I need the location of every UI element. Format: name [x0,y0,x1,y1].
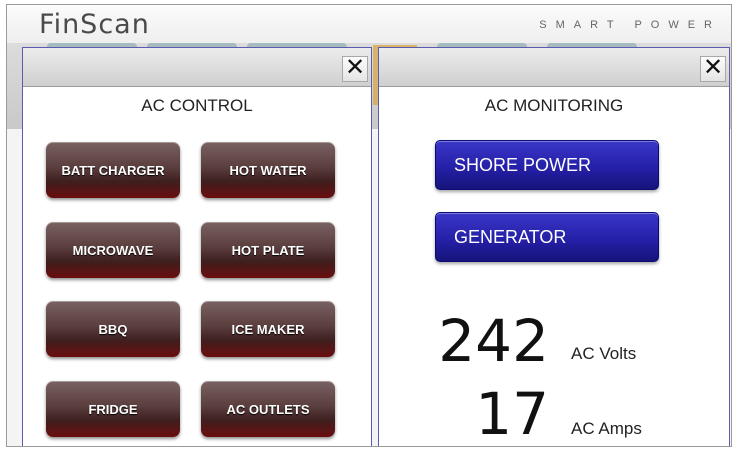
ac-volts-unit: AC Volts [571,344,637,363]
hot-water-button[interactable]: HOT WATER [201,142,335,198]
ac-volts-value: 242 [438,307,549,375]
close-icon[interactable]: ✕ [700,56,726,82]
ac-control-panel: ✕ AC CONTROL BATT CHARGER HOT WATER MICR… [22,47,372,446]
ac-control-title: AC CONTROL [141,96,253,115]
shore-power-button[interactable]: SHORE POWER [435,140,659,190]
hot-plate-button[interactable]: HOT PLATE [201,222,335,278]
app-window: FinScan SMART POWER ✕ AC CONTROL BATT CH… [6,4,732,447]
generator-button[interactable]: GENERATOR [435,212,659,262]
app-header: FinScan SMART POWER [7,5,731,45]
ac-amps-value: 17 [475,380,549,447]
microwave-button[interactable]: MICROWAVE [46,222,180,278]
bbq-button[interactable]: BBQ [46,301,180,357]
batt-charger-button[interactable]: BATT CHARGER [46,142,180,198]
finscan-logo: FinScan [39,9,150,40]
ac-monitoring-title: AC MONITORING [484,96,624,115]
ac-monitoring-titlebar[interactable]: ✕ [379,48,729,87]
fridge-button[interactable]: FRIDGE [46,381,180,437]
ac-outlets-button[interactable]: AC OUTLETS [201,381,335,437]
tagline: SMART POWER [539,19,721,31]
close-icon[interactable]: ✕ [342,56,368,82]
ice-maker-button[interactable]: ICE MAKER [201,301,335,357]
ac-amps-unit: AC Amps [571,419,642,438]
ac-monitoring-panel: ✕ AC MONITORING SHORE POWER GENERATOR 24… [378,47,730,447]
ac-control-titlebar[interactable]: ✕ [23,48,371,87]
